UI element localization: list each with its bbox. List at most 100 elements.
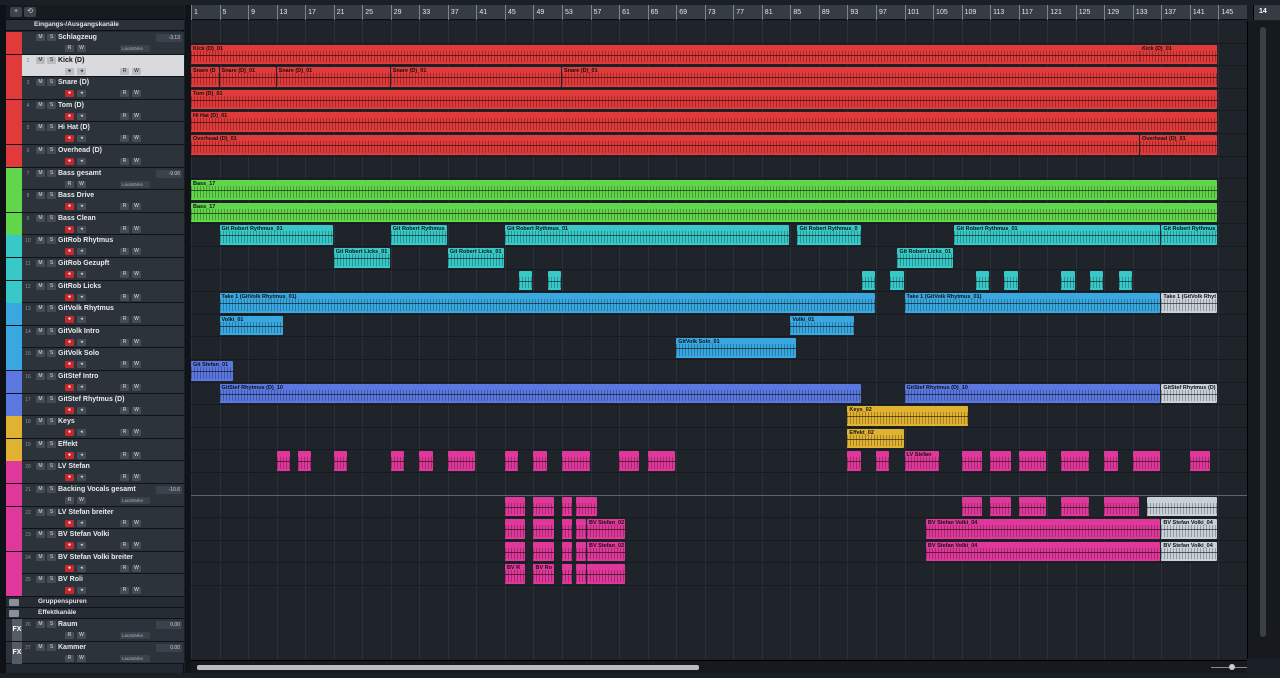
monitor-button[interactable]: ◂ [77, 90, 86, 98]
mute-button[interactable]: M [36, 147, 45, 154]
write-button[interactable]: W [132, 429, 141, 437]
arrange-area[interactable]: Kick (D)_01 Kick (D)_01 Snare (D Snare (D)_… [191, 21, 1247, 659]
read-button[interactable]: R [120, 474, 129, 482]
mute-button[interactable]: M [36, 101, 45, 109]
record-enable-button[interactable]: ● [65, 384, 74, 391]
monitor-button[interactable]: ◂ [77, 203, 86, 211]
read-button[interactable]: R [120, 90, 129, 98]
write-button[interactable]: W [77, 632, 86, 639]
mute-button[interactable]: M [36, 486, 45, 493]
track-row[interactable]: 21 M S R W Lautstärke -10.6 Backing Vocals gesa… [6, 484, 184, 507]
audio-event[interactable] [847, 451, 861, 471]
track-row[interactable]: 7 M S R W Lautstärke -9.06 Bass gesamt [6, 167, 184, 191]
volume-value[interactable]: -9.06 [156, 169, 182, 178]
track-color-strip[interactable] [6, 77, 22, 100]
monitor-button[interactable]: ◂ [77, 316, 86, 324]
write-button[interactable]: W [132, 338, 141, 346]
write-button[interactable]: W [132, 158, 141, 165]
write-button[interactable]: W [132, 203, 141, 211]
audio-event[interactable]: BV Stefan Volki_04 [1161, 541, 1218, 562]
audio-event[interactable] [861, 270, 875, 291]
solo-button[interactable]: S [47, 214, 56, 222]
audio-event[interactable]: Snare (D)_01 [562, 67, 1218, 87]
monitor-button[interactable]: ◂ [77, 248, 86, 256]
record-enable-button[interactable]: ● [65, 316, 74, 324]
solo-button[interactable]: S [47, 508, 56, 516]
write-button[interactable]: W [132, 225, 141, 233]
audio-event[interactable] [576, 564, 586, 584]
solo-button[interactable]: S [47, 418, 56, 426]
read-button[interactable]: R [65, 497, 74, 504]
track-color-strip[interactable] [6, 416, 22, 439]
audio-event[interactable] [1147, 496, 1218, 517]
record-enable-button[interactable]: ● [65, 67, 74, 75]
monitor-button[interactable]: ◂ [77, 361, 86, 369]
audio-event[interactable] [990, 451, 1011, 471]
track-row[interactable]: 5 M S ● ◂ R W Hi Hat (D) [6, 122, 184, 145]
audio-event[interactable]: Git Robert Rythmus_01 [954, 225, 1161, 245]
mute-button[interactable]: M [36, 463, 45, 471]
audio-event[interactable] [890, 270, 904, 291]
audio-event[interactable] [504, 541, 526, 562]
solo-button[interactable]: S [47, 621, 56, 628]
solo-button[interactable]: S [47, 147, 56, 154]
read-button[interactable]: R [120, 293, 129, 301]
track-color-strip[interactable] [6, 325, 22, 348]
audio-event[interactable] [562, 496, 572, 517]
record-enable-button[interactable]: ● [65, 519, 74, 527]
solo-button[interactable]: S [47, 169, 56, 177]
mute-button[interactable]: M [36, 327, 45, 335]
audio-event[interactable] [1061, 496, 1090, 517]
read-button[interactable]: R [120, 271, 129, 278]
track-color-strip[interactable] [6, 190, 22, 213]
write-button[interactable]: W [132, 542, 141, 550]
track-row[interactable]: 18 M S ● ◂ R W Keys [6, 416, 184, 439]
solo-button[interactable]: S [47, 260, 56, 267]
audio-event[interactable]: BV Ro [533, 564, 554, 584]
record-enable-button[interactable]: ● [65, 158, 74, 165]
write-button[interactable]: W [132, 406, 141, 414]
track-color-strip[interactable] [6, 167, 22, 190]
read-button[interactable]: R [120, 587, 129, 595]
track-color-strip[interactable] [6, 235, 22, 258]
track-row[interactable]: 17 M S ● ◂ R W GitStef Rhytmus (D) [6, 393, 184, 417]
mute-button[interactable]: M [36, 373, 45, 380]
folder-track[interactable]: Gruppenspuren [6, 597, 184, 608]
monitor-button[interactable]: ◂ [77, 135, 86, 143]
record-enable-button[interactable]: ● [65, 203, 74, 211]
audio-event[interactable] [619, 451, 640, 471]
audio-event[interactable] [1061, 270, 1075, 291]
audio-event[interactable] [447, 451, 476, 471]
solo-button[interactable]: S [47, 327, 56, 335]
record-enable-button[interactable]: ● [65, 542, 74, 550]
monitor-button[interactable]: ◂ [77, 519, 86, 527]
audio-event[interactable]: BV Stefan_02 [587, 541, 626, 562]
audio-event[interactable] [576, 541, 586, 562]
audio-event[interactable]: BV Stefan Volki_04 [1161, 519, 1218, 539]
automation-lane-label[interactable]: Lautstärke [120, 632, 150, 639]
write-button[interactable]: W [132, 519, 141, 527]
volume-value[interactable]: -10.6 [156, 486, 182, 494]
mute-button[interactable]: M [36, 395, 45, 403]
write-button[interactable]: W [132, 451, 141, 459]
track-row[interactable]: 16 M S ● ◂ R W GitStef Intro [6, 371, 184, 394]
track-row[interactable]: 12 M S ● ◂ R W GitRob Licks [6, 280, 184, 304]
monitor-button[interactable]: ◂ [77, 67, 86, 75]
audio-event[interactable]: BV R [504, 564, 526, 584]
fx-track-row[interactable]: FX 26 M S R W Lautstärke 0.00 Raum [6, 619, 184, 642]
monitor-button[interactable]: ◂ [77, 158, 86, 165]
monitor-button[interactable]: ◂ [77, 338, 86, 346]
solo-button[interactable]: S [47, 373, 56, 380]
zoom-knob[interactable] [1229, 664, 1235, 670]
monitor-button[interactable]: ◂ [77, 271, 86, 278]
write-button[interactable]: W [132, 384, 141, 391]
record-enable-button[interactable]: ● [65, 406, 74, 414]
audio-event[interactable]: Git Robert Rythmus_0 [1161, 225, 1218, 245]
audio-event[interactable]: Git Robert Rythmus_0 [797, 225, 861, 245]
track-row[interactable]: 24 M S ● ◂ R W BV Stefan Volki breiter [6, 551, 184, 575]
track-row[interactable]: 2 M S ● ◂ R W Kick (D) [6, 54, 184, 78]
audio-event[interactable] [504, 519, 526, 539]
record-enable-button[interactable]: ● [65, 112, 74, 120]
audio-event[interactable] [961, 451, 982, 471]
mute-button[interactable]: M [36, 124, 45, 132]
